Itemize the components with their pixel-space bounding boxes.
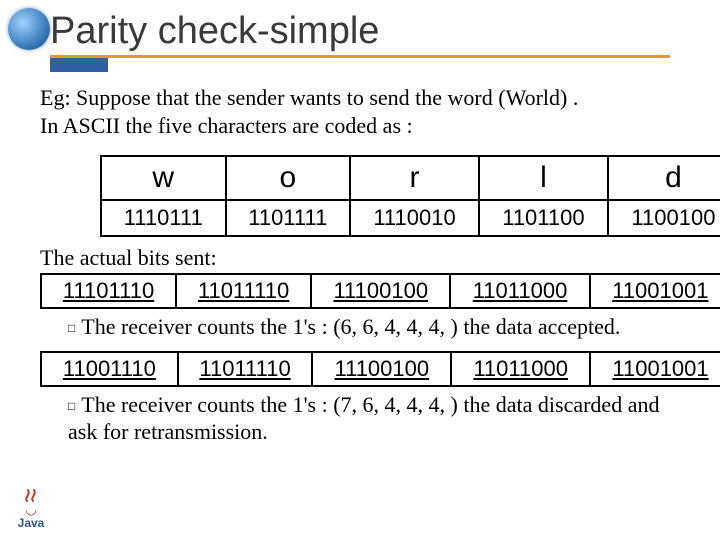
steam-icon <box>21 485 41 503</box>
slide-header: Parity check-simple <box>0 0 720 72</box>
bits-cell: 11100100 <box>312 352 451 386</box>
intro-line-2: In ASCII the five characters are coded a… <box>40 113 413 138</box>
actual-bits-label: The actual bits sent: <box>40 245 688 271</box>
table-row: 11101110 11011110 11100100 11011000 1100… <box>41 274 720 308</box>
slide-title: Parity check-simple <box>50 10 670 58</box>
code-cell: 1110111 <box>101 200 226 236</box>
letter-cell: r <box>350 156 479 200</box>
bits-cell: 11001110 <box>41 352 178 386</box>
word-ascii-table: w o r l d 1110111 1101111 1110010 110110… <box>100 155 720 237</box>
received-bits-table: 11001110 11011110 11100100 11011000 1100… <box>40 351 720 387</box>
intro-text: Eg: Suppose that the sender wants to sen… <box>40 84 688 139</box>
java-logo-icon: ◡ Java <box>10 485 52 530</box>
letter-cell: d <box>608 156 720 200</box>
letter-cell: l <box>479 156 608 200</box>
code-cell: 1110010 <box>350 200 479 236</box>
intro-line-1: Eg: Suppose that the sender wants to sen… <box>40 85 578 110</box>
bits-cell: 11001001 <box>590 352 720 386</box>
accent-bar <box>50 58 108 72</box>
slide-body: Eg: Suppose that the sender wants to sen… <box>0 72 720 446</box>
receiver-discard-text: The receiver counts the 1's : (7, 6, 4, … <box>68 391 688 446</box>
sent-bits-table: 11101110 11011110 11100100 11011000 1100… <box>40 273 720 309</box>
bits-cell: 11011000 <box>450 274 589 308</box>
table-row: 1110111 1101111 1110010 1101100 1100100 <box>101 200 720 236</box>
bits-cell: 11101110 <box>41 274 176 308</box>
bits-cell: 11011110 <box>176 274 311 308</box>
cup-icon: ◡ <box>10 503 52 516</box>
java-text: Java <box>10 516 52 530</box>
letter-cell: o <box>226 156 351 200</box>
code-cell: 1100100 <box>608 200 720 236</box>
globe-icon <box>8 8 50 50</box>
bits-cell: 11011110 <box>178 352 313 386</box>
bits-cell: 11011000 <box>451 352 590 386</box>
table-row: w o r l d <box>101 156 720 200</box>
table-row: 11001110 11011110 11100100 11011000 1100… <box>41 352 720 386</box>
receiver-accept-text: The receiver counts the 1's : (6, 6, 4, … <box>68 313 688 341</box>
bits-cell: 11001001 <box>590 274 720 308</box>
letter-cell: w <box>101 156 226 200</box>
bits-cell: 11100100 <box>311 274 450 308</box>
code-cell: 1101111 <box>226 200 351 236</box>
code-cell: 1101100 <box>479 200 608 236</box>
